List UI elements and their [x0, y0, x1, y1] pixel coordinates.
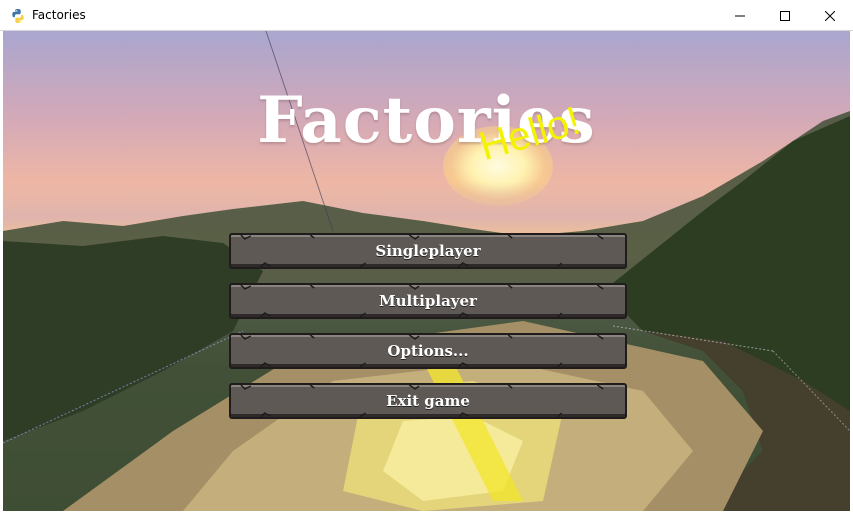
python-icon: [12, 9, 24, 23]
button-crack-top: [240, 335, 604, 340]
button-label: Exit game: [386, 392, 470, 410]
singleplayer-button[interactable]: Singleplayer: [229, 233, 627, 269]
multiplayer-button[interactable]: Multiplayer: [229, 283, 627, 319]
button-label: Options...: [387, 342, 469, 360]
title-bar[interactable]: Factories: [0, 0, 853, 31]
main-menu: Singleplayer Multiplayer Options... Exit…: [229, 233, 627, 433]
button-crack-top: [240, 235, 604, 240]
window-title: Factories: [32, 8, 86, 22]
options-button[interactable]: Options...: [229, 333, 627, 369]
button-crack-bottom: [260, 362, 563, 367]
minimize-button[interactable]: [717, 0, 763, 31]
button-label: Singleplayer: [375, 242, 481, 260]
button-crack-bottom: [260, 312, 563, 317]
maximize-icon: [780, 10, 790, 21]
minimize-icon: [735, 15, 745, 16]
button-crack-top: [240, 385, 604, 390]
button-crack-top: [240, 285, 604, 290]
game-viewport[interactable]: Factories Hello! Singleplayer Multiplaye…: [3, 31, 850, 511]
game-title: Factories: [257, 83, 596, 158]
app-window: Factories Factories Hello! Singleplayer …: [0, 0, 853, 514]
button-crack-bottom: [260, 262, 563, 267]
close-button[interactable]: [807, 0, 853, 31]
exit-game-button[interactable]: Exit game: [229, 383, 627, 419]
close-icon: [825, 10, 835, 21]
button-label: Multiplayer: [379, 292, 477, 310]
button-crack-bottom: [260, 412, 563, 417]
maximize-button[interactable]: [762, 0, 808, 31]
